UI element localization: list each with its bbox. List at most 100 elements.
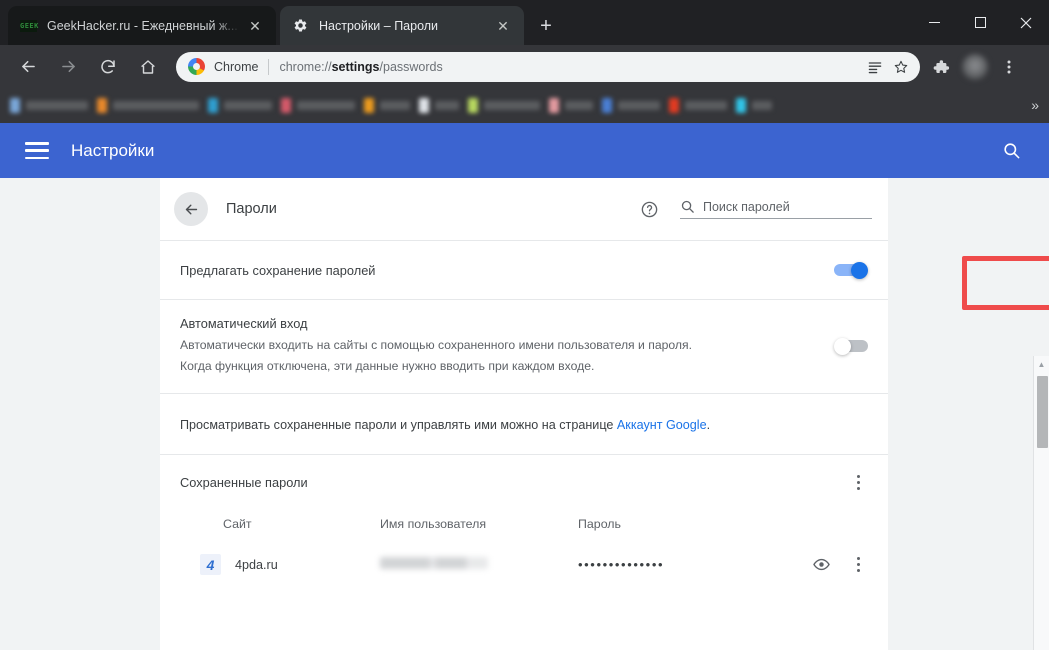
bookmark-item[interactable] xyxy=(419,95,459,117)
bookmark-favicon-icon xyxy=(364,98,374,113)
auto-signin-row[interactable]: Автоматический вход Автоматически входит… xyxy=(160,300,888,393)
reload-icon[interactable] xyxy=(92,51,124,83)
passwords-header: Пароли xyxy=(160,178,888,240)
forward-arrow-icon[interactable] xyxy=(52,51,84,83)
bookmark-favicon-icon xyxy=(468,98,478,113)
reading-list-icon[interactable] xyxy=(862,54,888,80)
omnibox-site-label: Chrome xyxy=(214,59,259,74)
gear-icon xyxy=(292,17,309,34)
bookmark-label xyxy=(113,101,199,110)
table-row[interactable]: 4 4pda.ru •••••••••••••• xyxy=(160,541,888,589)
row-three-dot-menu-icon[interactable] xyxy=(848,555,868,575)
google-account-link[interactable]: Аккаунт Google xyxy=(617,418,707,432)
maximize-button[interactable] xyxy=(957,0,1003,45)
bookmark-label xyxy=(752,101,772,110)
back-arrow-icon[interactable] xyxy=(174,192,208,226)
passwords-table-header: Сайт Имя пользователя Пароль xyxy=(160,507,888,541)
note-text-before: Просматривать сохраненные пароли и управ… xyxy=(180,417,617,432)
bookmark-item[interactable] xyxy=(97,95,199,117)
search-input[interactable] xyxy=(703,200,872,214)
bookmark-item[interactable] xyxy=(10,95,88,117)
url-host: settings xyxy=(331,59,380,74)
new-tab-button[interactable]: + xyxy=(532,12,560,40)
close-icon[interactable]: ✕ xyxy=(492,15,514,37)
saved-passwords-title: Сохраненные пароли xyxy=(180,475,308,491)
tab-title: GeekHacker.ru - Ежедневный ж... xyxy=(47,18,238,33)
bookmark-label xyxy=(224,101,272,110)
toolbar-right-actions xyxy=(924,50,1026,84)
close-button[interactable] xyxy=(1003,0,1049,45)
back-arrow-icon[interactable] xyxy=(12,51,44,83)
site-favicon-icon: 4 xyxy=(200,554,221,576)
scroll-up-arrow-icon[interactable]: ▲ xyxy=(1034,356,1049,373)
address-bar[interactable]: Chrome chrome://settings/passwords xyxy=(176,51,920,82)
auto-signin-toggle[interactable] xyxy=(834,338,868,356)
puzzle-icon[interactable] xyxy=(924,50,958,84)
offer-to-save-toggle[interactable] xyxy=(834,262,868,279)
bookmark-favicon-icon xyxy=(10,98,20,113)
column-header-password: Пароль xyxy=(578,516,621,531)
minimize-button[interactable] xyxy=(911,0,957,45)
bookmark-item[interactable] xyxy=(549,95,593,117)
three-dot-menu-icon[interactable] xyxy=(848,473,868,493)
browser-window: GEEK GeekHacker.ru - Ежедневный ж... ✕ Н… xyxy=(0,0,1049,650)
bookmark-item[interactable] xyxy=(736,95,772,117)
auto-signin-description-1: Автоматически входить на сайты с помощью… xyxy=(180,338,693,352)
hamburger-menu-icon[interactable] xyxy=(25,142,49,159)
star-icon[interactable] xyxy=(888,54,914,80)
url-prefix: chrome:// xyxy=(279,59,332,74)
bookmark-item[interactable] xyxy=(669,95,727,117)
bookmark-item[interactable] xyxy=(281,95,355,117)
help-circle-icon[interactable] xyxy=(638,198,660,220)
auto-signin-text: Автоматический вход Автоматически входит… xyxy=(180,316,834,377)
page-scrollbar[interactable]: ▲ xyxy=(1033,356,1049,650)
offer-to-save-row[interactable]: Предлагать сохранение паролей xyxy=(160,241,888,299)
page-background-right xyxy=(888,178,1033,650)
bookmark-item[interactable] xyxy=(364,95,410,117)
column-header-username: Имя пользователя xyxy=(380,516,487,531)
site-name: 4pda.ru xyxy=(235,557,278,572)
bookmark-label xyxy=(618,101,660,110)
bookmarks-overflow-icon[interactable]: » xyxy=(1031,96,1039,115)
tab-geekhacker[interactable]: GEEK GeekHacker.ru - Ежедневный ж... ✕ xyxy=(8,6,276,45)
scrollbar-thumb[interactable] xyxy=(1037,376,1048,448)
note-text-after: . xyxy=(706,417,711,432)
bookmark-item[interactable] xyxy=(468,95,540,117)
auto-signin-description-2: Когда функция отключена, эти данные нужн… xyxy=(180,358,595,373)
three-dot-menu-icon[interactable] xyxy=(992,50,1026,84)
search-icon xyxy=(680,199,695,214)
bookmark-item[interactable] xyxy=(208,95,272,117)
page-title: Пароли xyxy=(226,201,277,217)
google-account-note: Просматривать сохраненные пароли и управ… xyxy=(160,394,888,454)
bookmark-favicon-icon xyxy=(736,98,746,113)
auto-signin-label: Автоматический вход xyxy=(180,316,308,331)
bookmark-label xyxy=(297,101,355,110)
bookmark-favicon-icon xyxy=(549,98,559,113)
search-icon[interactable] xyxy=(998,138,1024,164)
avatar[interactable] xyxy=(958,50,992,84)
bookmark-label xyxy=(565,101,593,110)
divider xyxy=(268,58,270,75)
offer-to-save-text: Предлагать сохранение паролей xyxy=(180,263,834,278)
bookmark-label xyxy=(380,101,410,110)
bookmark-favicon-icon xyxy=(602,98,612,113)
username-cell xyxy=(380,556,578,574)
bookmark-label xyxy=(685,101,727,110)
bookmark-item[interactable] xyxy=(602,95,660,117)
geek-favicon: GEEK xyxy=(20,19,39,32)
tab-settings-passwords[interactable]: Настройки – Пароли ✕ xyxy=(280,6,524,45)
eye-icon[interactable] xyxy=(808,552,834,578)
window-controls xyxy=(911,0,1049,45)
settings-title: Настройки xyxy=(71,140,155,160)
bookmarks-bar: » xyxy=(0,88,1049,123)
close-icon[interactable]: ✕ xyxy=(244,15,266,37)
bookmark-favicon-icon xyxy=(281,98,291,113)
offer-to-save-label: Предлагать сохранение паролей xyxy=(180,262,376,278)
bookmark-label xyxy=(26,101,88,110)
password-search-field[interactable] xyxy=(680,199,872,219)
bookmark-label xyxy=(435,101,459,110)
url-path: /passwords xyxy=(379,59,443,74)
bookmark-favicon-icon xyxy=(419,98,429,113)
omnibox-url: chrome://settings/passwords xyxy=(279,60,442,74)
home-icon[interactable] xyxy=(132,51,164,83)
